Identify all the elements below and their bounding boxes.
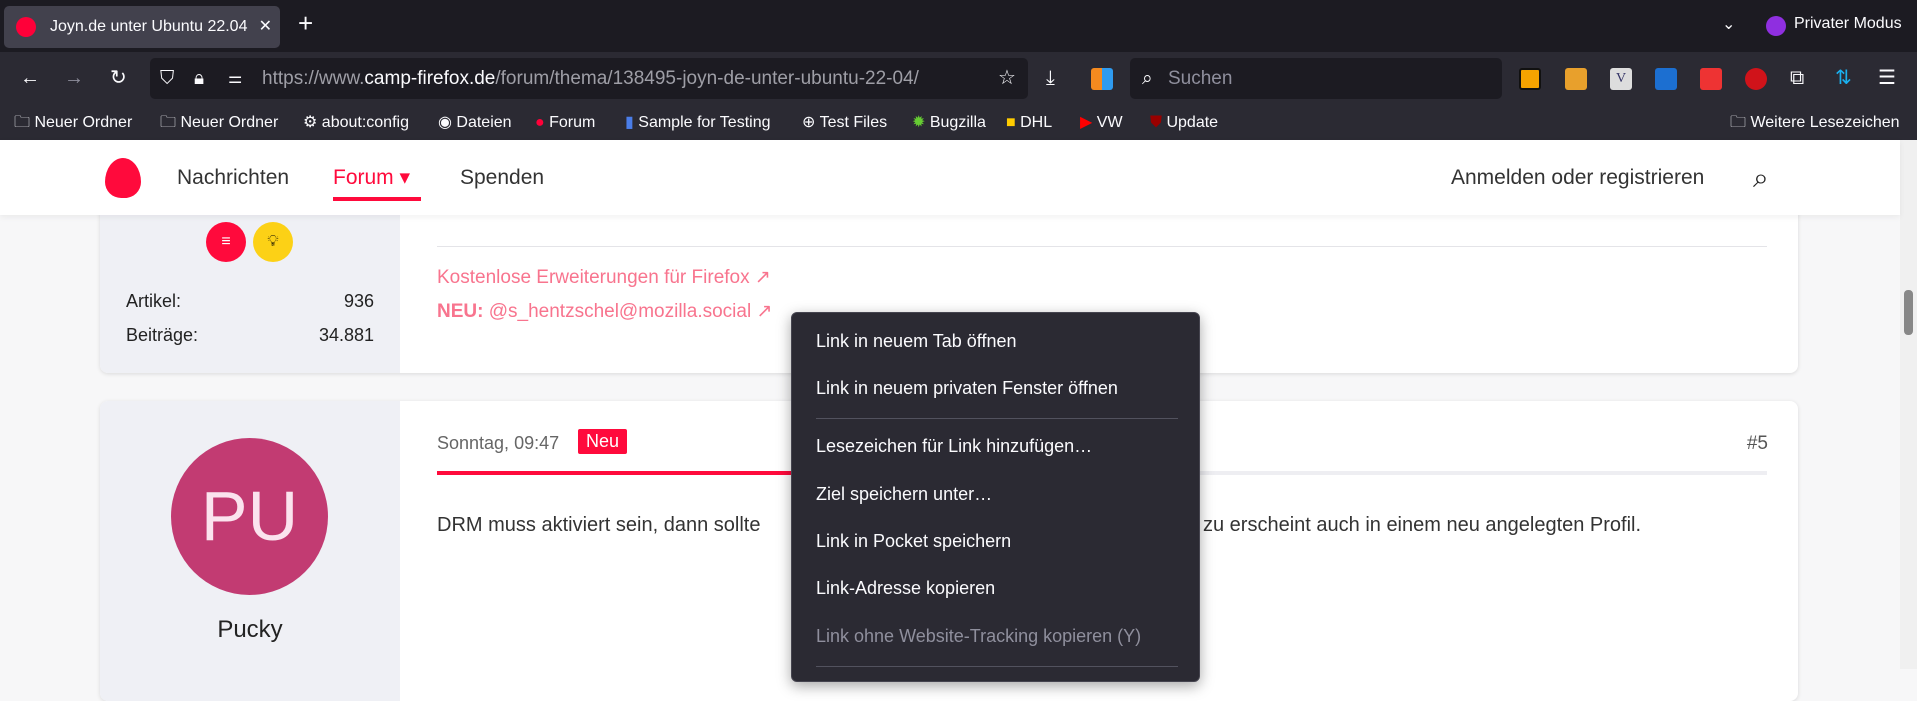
scrollbar[interactable]: [1900, 140, 1917, 669]
search-input[interactable]: ⌕ Suchen: [1130, 58, 1502, 99]
tab-bar: Joyn.de unter Ubuntu 22.04 ✕ + ⌄ Private…: [0, 0, 1917, 52]
post-sidebar: PU Pucky: [100, 401, 400, 701]
bookmark-star-icon[interactable]: ☆: [998, 52, 1016, 105]
stat-label: Artikel:: [126, 291, 182, 311]
context-menu: Link in neuem Tab öffnen Link in neuem p…: [791, 312, 1200, 682]
signature-link-mastodon[interactable]: NEU: @s_hentzschel@mozilla.social ↗: [437, 300, 772, 323]
extension-css-icon[interactable]: [1565, 68, 1587, 90]
url-path: /forum/thema/138495-joyn-de-unter-ubuntu…: [495, 68, 919, 89]
tab-list-chevron-icon[interactable]: ⌄: [1722, 14, 1735, 34]
menu-bookmark-link[interactable]: Lesezeichen für Link hinzufügen…: [816, 436, 1092, 457]
bookmark-sample[interactable]: ▮ Sample for Testing: [625, 105, 770, 140]
bookmark-folder-2[interactable]: 🗀 Neuer Ordner: [160, 105, 278, 140]
bookmarks-toolbar: 🗀 Neuer Ordner 🗀 Neuer Ordner ⚙ about:co…: [0, 105, 1917, 140]
menu-separator: [816, 666, 1178, 667]
nav-forum[interactable]: Forum ▾: [333, 140, 410, 215]
extension-icon[interactable]: [1091, 68, 1113, 90]
post-number[interactable]: #5: [1747, 433, 1768, 455]
bookmark-dhl[interactable]: ■ DHL: [1006, 105, 1052, 140]
menu-save-pocket[interactable]: Link in Pocket speichern: [816, 531, 1011, 552]
stat-value: 34.881: [318, 325, 374, 345]
extension-screenshot-icon[interactable]: [1700, 68, 1722, 90]
bookmark-test-files[interactable]: ⊕ Test Files: [802, 105, 887, 140]
bookmark-vw[interactable]: ▶ VW: [1080, 105, 1123, 140]
post-date[interactable]: Sonntag, 09:47: [437, 433, 559, 454]
scrollbar-thumb[interactable]: [1904, 290, 1913, 335]
signature-divider: [437, 246, 1767, 247]
stat-label: Beiträge:: [126, 325, 199, 345]
reload-button[interactable]: ↻: [110, 52, 127, 105]
favicon-icon: [16, 17, 36, 37]
private-mode-label: Privater Modus: [1794, 15, 1902, 32]
author-name[interactable]: Pucky: [100, 616, 400, 644]
bookmark-update[interactable]: ⛊ Update: [1150, 105, 1218, 140]
menu-copy-clean-link: Link ohne Website-Tracking kopieren (Y): [816, 626, 1142, 646]
extensions-puzzle-icon[interactable]: ⧉: [1790, 52, 1804, 105]
private-mode-icon: [1766, 16, 1786, 36]
new-badge: Neu: [578, 429, 628, 454]
nav-nachrichten[interactable]: Nachrichten: [177, 140, 289, 215]
extension-vivaldi-icon[interactable]: [1745, 68, 1767, 90]
login-link[interactable]: Anmelden oder registrieren: [1451, 140, 1704, 215]
lock-icon[interactable]: 🔒︎: [194, 58, 204, 99]
menu-separator: [816, 418, 1178, 419]
url-prefix: https://www.: [262, 68, 365, 89]
sync-icon[interactable]: ⇅: [1835, 52, 1852, 105]
menu-copy-link[interactable]: Link-Adresse kopieren: [816, 578, 995, 599]
menu-open-private-window[interactable]: Link in neuem privaten Fenster öffnen: [816, 378, 1118, 399]
site-header: Nachrichten Forum ▾ Spenden Anmelden ode…: [0, 140, 1900, 215]
downloads-icon[interactable]: ⤓: [1046, 52, 1055, 105]
bookmark-dateien[interactable]: ◉ Dateien: [438, 105, 512, 140]
post-body-continued: zu erscheint auch in einem neu angelegte…: [1203, 514, 1642, 536]
bookmark-bugzilla[interactable]: ✹ Bugzilla: [912, 105, 986, 140]
menu-open-new-tab[interactable]: Link in neuem Tab öffnen: [816, 331, 1017, 352]
nav-spenden[interactable]: Spenden: [460, 140, 544, 215]
menu-hamburger-icon[interactable]: ☰: [1878, 52, 1896, 105]
new-tab-button[interactable]: +: [298, 8, 313, 39]
bookmark-forum[interactable]: ● Forum: [535, 105, 595, 140]
url-bar[interactable]: ⛉ 🔒︎ ⚌ https://www.camp-firefox.de/forum…: [150, 58, 1028, 99]
extension-v-icon[interactable]: V: [1610, 68, 1632, 90]
tab-active[interactable]: Joyn.de unter Ubuntu 22.04 ✕: [4, 6, 280, 48]
extension-bolt-icon[interactable]: [1655, 68, 1677, 90]
forward-button[interactable]: →: [64, 52, 84, 105]
back-button[interactable]: ←: [20, 52, 40, 105]
stat-value: 936: [343, 291, 374, 311]
close-tab-icon[interactable]: ✕: [259, 6, 272, 48]
shield-icon[interactable]: ⛉: [160, 58, 174, 99]
avatar[interactable]: PU: [171, 438, 328, 595]
search-placeholder: Suchen: [1168, 68, 1233, 89]
extension-q-icon[interactable]: [1519, 68, 1541, 90]
articles-badge-icon: ≡: [206, 222, 246, 262]
nav-active-indicator: [333, 197, 421, 201]
site-logo-icon[interactable]: [105, 158, 141, 198]
post-body: DRM muss aktiviert sein, dann sollte: [437, 514, 761, 536]
permissions-icon[interactable]: ⚌: [228, 58, 242, 99]
search-icon: ⌕: [1142, 68, 1153, 89]
signature-link-extensions[interactable]: Kostenlose Erweiterungen für Firefox ↗: [437, 266, 771, 289]
tab-title: Joyn.de unter Ubuntu 22.04: [50, 18, 248, 35]
site-search-icon[interactable]: ⌕: [1753, 140, 1769, 215]
bookmark-about-config[interactable]: ⚙ about:config: [303, 105, 409, 140]
url-domain: camp-firefox.de: [364, 68, 496, 89]
other-bookmarks[interactable]: 🗀 Weitere Lesezeichen: [1730, 105, 1900, 140]
bookmark-folder-1[interactable]: 🗀 Neuer Ordner: [14, 105, 132, 140]
menu-save-target[interactable]: Ziel speichern unter…: [816, 484, 992, 505]
navigation-toolbar: ← → ↻ ⛉ 🔒︎ ⚌ https://www.camp-firefox.de…: [0, 52, 1917, 105]
lightbulb-badge-icon: 💡︎: [253, 222, 293, 262]
